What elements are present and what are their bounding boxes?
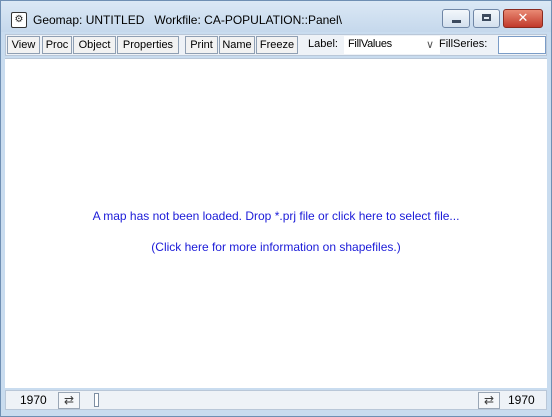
window-title: Geomap: UNTITLED Workfile: CA-POPULATION… [33, 13, 342, 27]
close-icon: ✕ [517, 11, 529, 26]
chevron-down-icon[interactable]: ∨ [426, 36, 434, 53]
minimize-icon [452, 20, 461, 23]
time-slider-bar: 1970 ⇄ ⇄ 1970 [5, 390, 547, 410]
maximize-button[interactable] [473, 9, 500, 28]
geomap-window: ⚙ Geomap: UNTITLED Workfile: CA-POPULATI… [0, 0, 552, 417]
time-slider-thumb[interactable] [94, 393, 99, 407]
end-year: 1970 [508, 393, 535, 407]
proc-button[interactable]: Proc [42, 36, 72, 54]
maximize-icon [482, 14, 491, 21]
map-canvas[interactable]: A map has not been loaded. Drop *.prj fi… [5, 58, 547, 388]
close-button[interactable]: ✕ [503, 9, 543, 28]
freeze-button[interactable]: Freeze [256, 36, 298, 54]
swap-right-icon[interactable]: ⇄ [478, 392, 500, 409]
shapefile-info-link[interactable]: (Click here for more information on shap… [5, 240, 547, 254]
name-button[interactable]: Name [219, 36, 255, 54]
view-button[interactable]: View [7, 36, 40, 54]
minimize-button[interactable] [442, 9, 470, 28]
start-year: 1970 [20, 393, 47, 407]
print-button[interactable]: Print [185, 36, 218, 54]
toolbar: View Proc Object Properties Print Name F… [5, 34, 547, 56]
title-bar[interactable]: ⚙ Geomap: UNTITLED Workfile: CA-POPULATI… [1, 1, 551, 32]
swap-left-icon[interactable]: ⇄ [58, 392, 80, 409]
properties-button[interactable]: Properties [117, 36, 179, 54]
load-map-link[interactable]: A map has not been loaded. Drop *.prj fi… [5, 209, 547, 223]
fillseries-input[interactable] [498, 36, 546, 54]
fillseries-caption: FillSeries: [439, 38, 488, 50]
object-button[interactable]: Object [73, 36, 116, 54]
label-caption: Label: [308, 38, 338, 50]
globe-icon[interactable]: ⚙ [11, 12, 27, 28]
